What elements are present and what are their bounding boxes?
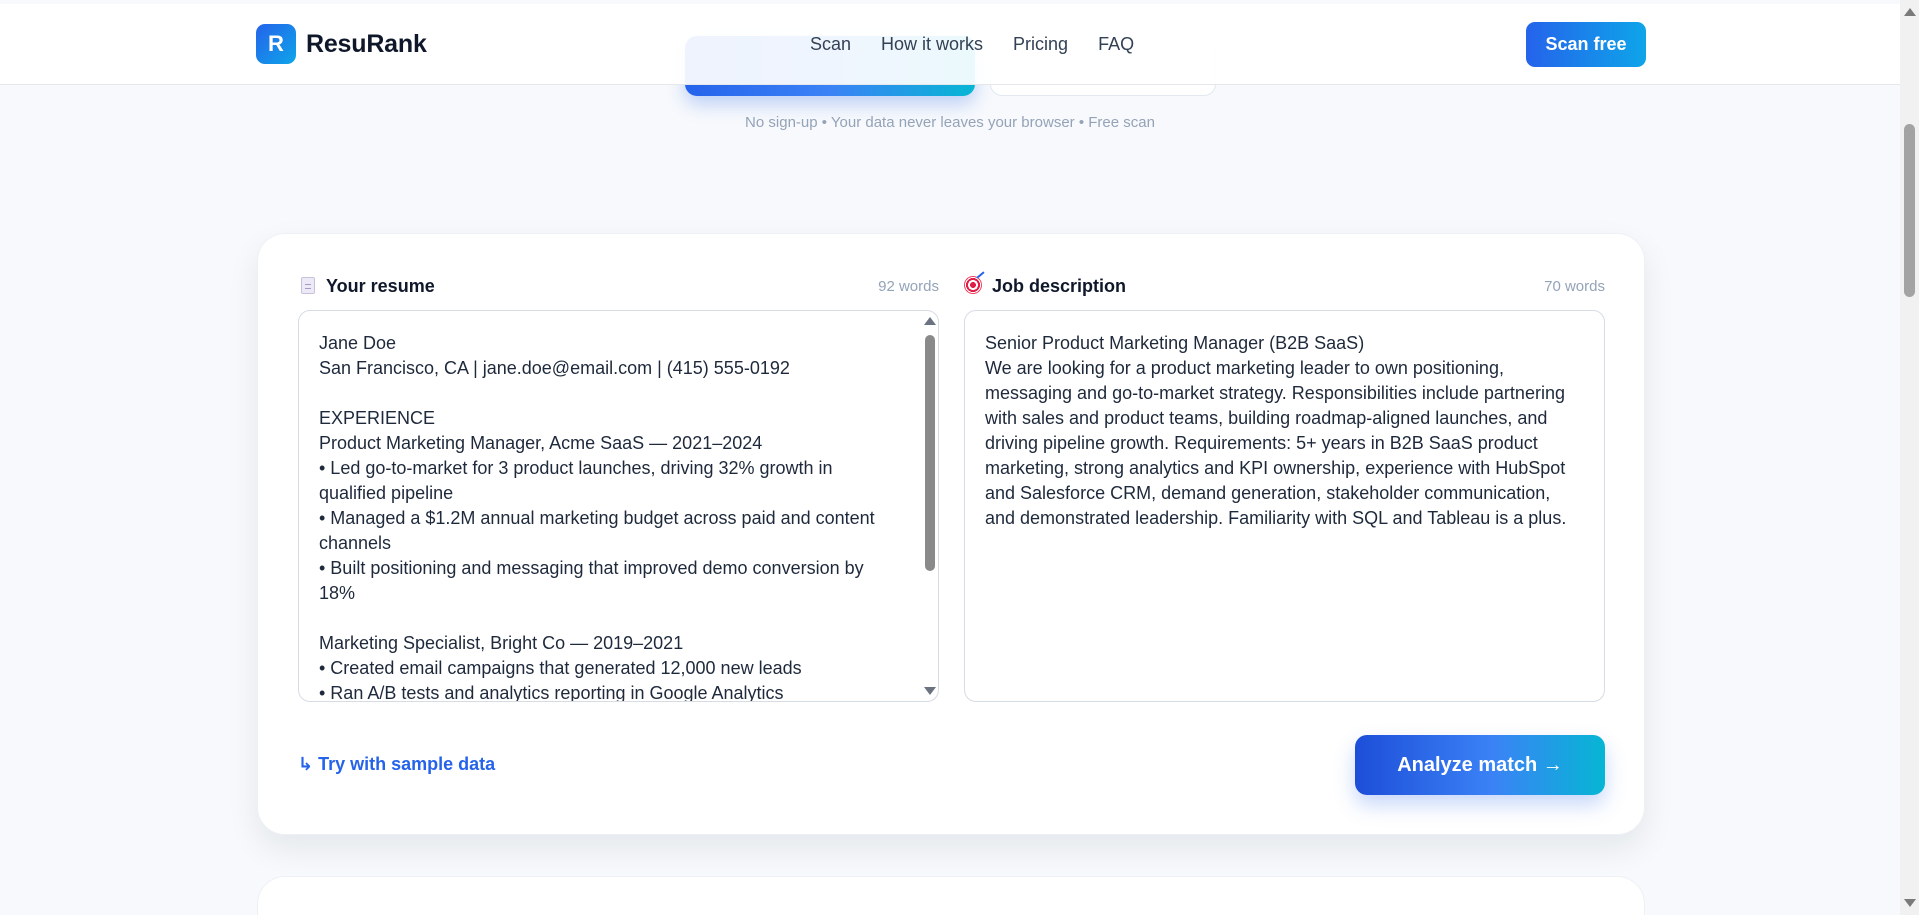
analyze-match-button[interactable]: Analyze match → [1355, 735, 1605, 795]
page-scroll-up-icon[interactable] [1904, 8, 1916, 16]
resume-textarea[interactable]: Jane Doe San Francisco, CA | jane.doe@em… [298, 310, 939, 702]
nav-link-scan[interactable]: Scan [810, 34, 851, 55]
job-panel-title: Job description [992, 275, 1127, 296]
scroll-up-arrow-icon[interactable] [924, 317, 936, 325]
brand-name: ResuRank [306, 29, 427, 58]
resume-scroll-thumb[interactable] [925, 335, 935, 571]
page-scrollbar[interactable] [1900, 0, 1919, 915]
job-panel: Job description 70 words Senior Product … [964, 271, 1605, 702]
resume-panel: Your resume 92 words Jane Doe San Franci… [298, 274, 939, 702]
job-description-textarea[interactable]: Senior Product Marketing Manager (B2B Sa… [964, 310, 1605, 702]
target-icon [964, 271, 985, 296]
resume-text[interactable]: Jane Doe San Francisco, CA | jane.doe@em… [299, 311, 917, 701]
page-scroll-down-icon[interactable] [1904, 899, 1916, 907]
job-panel-header: Job description 70 words [964, 271, 1605, 298]
resume-word-count: 92 words [878, 277, 939, 295]
document-icon [298, 276, 318, 296]
main-nav: Scan How it works Pricing FAQ [810, 34, 1134, 55]
nav-link-faq[interactable]: FAQ [1098, 34, 1134, 55]
try-sample-data-link[interactable]: ↳ Try with sample data [298, 754, 495, 775]
brand-logo[interactable]: R ResuRank [256, 24, 427, 64]
job-word-count: 70 words [1544, 277, 1605, 295]
scan-input-card: Your resume 92 words Jane Doe San Franci… [257, 233, 1645, 835]
results-card [257, 876, 1645, 915]
resume-panel-title: Your resume [326, 275, 435, 296]
resume-scrollbar[interactable] [922, 315, 936, 697]
hero-privacy-note: No sign-up • Your data never leaves your… [745, 114, 1155, 131]
page-scroll-thumb[interactable] [1904, 124, 1915, 297]
nav-link-pricing[interactable]: Pricing [1013, 34, 1068, 55]
scan-free-button[interactable]: Scan free [1526, 22, 1646, 67]
resume-panel-header: Your resume 92 words [298, 274, 939, 298]
nav-link-how-it-works[interactable]: How it works [881, 34, 983, 55]
logo-mark-icon: R [256, 24, 296, 64]
job-description-text[interactable]: Senior Product Marketing Manager (B2B Sa… [965, 311, 1604, 531]
scroll-down-arrow-icon[interactable] [924, 687, 936, 695]
site-header: R ResuRank Scan How it works Pricing FAQ… [0, 4, 1900, 85]
